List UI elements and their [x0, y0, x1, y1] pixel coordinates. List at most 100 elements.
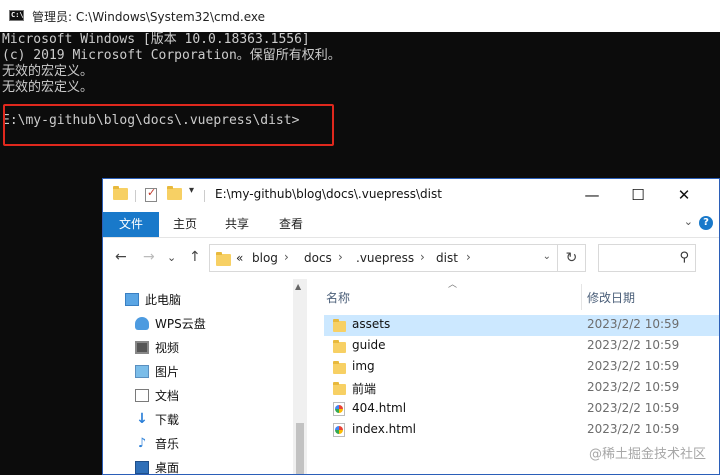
navigation-scrollbar[interactable]: ▲ — [293, 279, 307, 474]
sidebar-item-videos[interactable]: 视频 — [135, 337, 179, 359]
file-row-frontend[interactable]: 前端 2023/2/2 10:59 — [324, 378, 719, 399]
document-icon — [135, 389, 149, 402]
sidebar-item-wps-cloud[interactable]: WPS云盘 — [135, 313, 206, 335]
scrollbar-thumb[interactable] — [296, 423, 304, 474]
new-folder-icon[interactable] — [167, 186, 182, 200]
cmd-window-title: 管理员: C:\Windows\System32\cmd.exe — [32, 10, 265, 24]
cloud-icon — [135, 317, 149, 330]
ribbon-tabs: 文件 主页 共享 查看 ⌄ ? — [103, 211, 719, 238]
file-date: 2023/2/2 10:59 — [587, 380, 680, 394]
breadcrumb-docs[interactable]: docs — [304, 251, 332, 265]
maximize-button[interactable]: ☐ — [615, 179, 661, 211]
breadcrumb-separator[interactable]: › — [420, 250, 425, 264]
ribbon-expand-icon[interactable]: ⌄ — [684, 215, 693, 228]
breadcrumb-blog[interactable]: blog — [252, 251, 278, 265]
refresh-button[interactable]: ↻ — [558, 244, 586, 272]
console-line: 无效的宏定义。 — [2, 80, 94, 95]
properties-icon[interactable] — [145, 186, 157, 202]
address-dropdown-icon[interactable]: ⌄ — [543, 251, 551, 262]
file-row-guide[interactable]: guide 2023/2/2 10:59 — [324, 336, 719, 357]
file-row-404-html[interactable]: 404.html 2023/2/2 10:59 — [324, 399, 719, 420]
explorer-titlebar[interactable]: ▾ E:\my-github\blog\docs\.vuepress\dist … — [103, 179, 719, 211]
prompt-highlight-box — [3, 104, 334, 146]
sidebar-item-documents[interactable]: 文档 — [135, 385, 179, 407]
navigation-pane: 此电脑 WPS云盘 视频 图片 文档 ↓ 下载 ♪ 音乐 桌面 — [103, 279, 293, 475]
breadcrumb-vuepress[interactable]: .vuepress — [356, 251, 414, 265]
tab-share[interactable]: 共享 — [225, 212, 249, 237]
breadcrumb-dist[interactable]: dist — [436, 251, 458, 265]
sidebar-item-label: 下载 — [155, 413, 180, 427]
folder-icon — [333, 361, 346, 374]
explorer-window-title: E:\my-github\blog\docs\.vuepress\dist — [215, 187, 442, 201]
file-date: 2023/2/2 10:59 — [587, 317, 680, 331]
file-date: 2023/2/2 10:59 — [587, 401, 680, 415]
explorer-window: ▾ E:\my-github\blog\docs\.vuepress\dist … — [102, 178, 720, 475]
breadcrumb-overflow[interactable]: « — [236, 251, 243, 265]
file-name: assets — [352, 317, 391, 331]
file-row-index-html[interactable]: index.html 2023/2/2 10:59 — [324, 420, 719, 441]
sidebar-item-label: 音乐 — [155, 437, 180, 451]
navigation-bar: ← → ⌄ ↑ « blog › docs › .vuepress › dist… — [103, 239, 719, 279]
column-divider[interactable] — [581, 284, 582, 310]
pc-icon — [125, 293, 139, 306]
cmd-titlebar[interactable]: C:\ 管理员: C:\Windows\System32\cmd.exe — [0, 0, 720, 32]
sidebar-item-label: 图片 — [155, 365, 180, 379]
file-date: 2023/2/2 10:59 — [587, 422, 680, 436]
video-icon — [135, 341, 149, 354]
sidebar-item-label: 文档 — [155, 389, 180, 403]
tab-file[interactable]: 文件 — [103, 212, 159, 237]
music-icon: ♪ — [137, 436, 147, 451]
file-name: guide — [352, 338, 386, 352]
breadcrumb-separator[interactable]: › — [284, 250, 289, 264]
close-button[interactable]: ✕ — [661, 179, 707, 211]
divider — [135, 190, 136, 202]
breadcrumb-separator[interactable]: › — [338, 250, 343, 264]
folder-icon — [333, 382, 346, 395]
sort-caret-icon: ︿ — [448, 280, 458, 290]
minimize-button[interactable]: — — [569, 179, 615, 211]
watermark: @稀土掘金技术社区 — [588, 447, 706, 462]
recent-locations-dropdown[interactable]: ⌄ — [167, 251, 176, 264]
back-button[interactable]: ← — [115, 249, 127, 265]
tab-view[interactable]: 查看 — [279, 212, 303, 237]
quick-access-dropdown[interactable]: ▾ — [189, 185, 194, 196]
console-line: 无效的宏定义。 — [2, 64, 94, 79]
file-row-img[interactable]: img 2023/2/2 10:59 — [324, 357, 719, 378]
file-name: 前端 — [352, 382, 377, 396]
address-bar[interactable]: « blog › docs › .vuepress › dist › ⌄ — [209, 244, 558, 272]
cmd-icon: C:\ — [9, 10, 24, 21]
help-icon[interactable]: ? — [699, 216, 713, 230]
sidebar-item-pictures[interactable]: 图片 — [135, 361, 179, 383]
html-file-icon — [333, 423, 345, 437]
file-name: 404.html — [352, 401, 407, 415]
sidebar-item-downloads[interactable]: ↓ 下载 — [135, 409, 179, 431]
tab-home[interactable]: 主页 — [173, 212, 197, 237]
search-icon: ⚲ — [679, 250, 689, 265]
picture-icon — [135, 365, 149, 378]
folder-icon — [113, 186, 128, 200]
folder-icon — [333, 340, 346, 353]
file-date: 2023/2/2 10:59 — [587, 338, 680, 352]
file-name: img — [352, 359, 375, 373]
forward-button[interactable]: → — [143, 249, 155, 265]
sidebar-item-label: 桌面 — [155, 461, 180, 475]
sidebar-item-music[interactable]: ♪ 音乐 — [135, 433, 179, 455]
breadcrumb-separator[interactable]: › — [466, 250, 471, 264]
sidebar-item-label: WPS云盘 — [155, 317, 206, 331]
up-button[interactable]: ↑ — [189, 249, 201, 265]
sidebar-item-label: 此电脑 — [145, 293, 182, 307]
html-file-icon — [333, 402, 345, 416]
sidebar-item-desktop[interactable]: 桌面 — [135, 457, 180, 475]
console-line: (c) 2019 Microsoft Corporation。保留所有权利。 — [2, 48, 341, 63]
sidebar-item-label: 视频 — [155, 341, 180, 355]
console-line: Microsoft Windows [版本 10.0.18363.1556] — [2, 32, 310, 47]
search-input[interactable]: ⚲ — [598, 244, 696, 272]
file-row-assets[interactable]: assets 2023/2/2 10:59 — [324, 315, 719, 336]
column-header-modified[interactable]: 修改日期 — [587, 289, 635, 306]
folder-icon — [333, 319, 346, 332]
file-date: 2023/2/2 10:59 — [587, 359, 680, 373]
sidebar-item-this-pc[interactable]: 此电脑 — [125, 289, 181, 311]
file-name: index.html — [352, 422, 416, 436]
scroll-up-icon[interactable]: ▲ — [295, 282, 301, 291]
column-header-name[interactable]: 名称 — [326, 289, 350, 306]
